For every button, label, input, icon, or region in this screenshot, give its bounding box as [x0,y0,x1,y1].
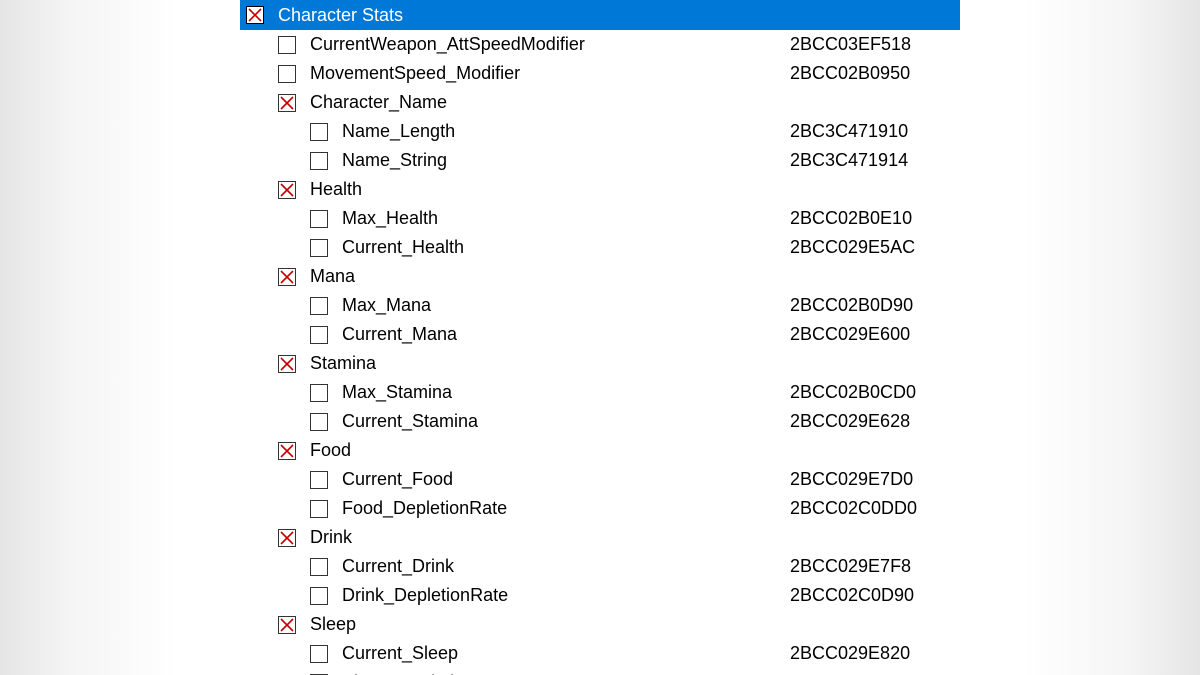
entry-label: CurrentWeapon_AttSpeedModifier [310,30,790,59]
checkbox-icon[interactable] [310,645,328,663]
tree-row[interactable]: Name_String 2BC3C471914 [240,146,960,175]
entry-label: Current_Drink [342,552,790,581]
tree-row[interactable]: Food [240,436,960,465]
checkbox-icon[interactable] [278,355,296,373]
tree-row[interactable]: Drink_DepletionRate 2BCC02C0D90 [240,581,960,610]
tree-row[interactable]: Character_Name [240,88,960,117]
tree-row[interactable]: Max_Health 2BCC02B0E10 [240,204,960,233]
checkbox-icon[interactable] [278,529,296,547]
entry-label: Food_DepletionRate [342,494,790,523]
entry-label: Sleep [310,610,790,639]
tree-row[interactable]: Current_Mana 2BCC029E600 [240,320,960,349]
checkbox-icon[interactable] [310,558,328,576]
checkbox-icon[interactable] [278,268,296,286]
address-value: 2BCC029E820 [790,639,960,668]
entry-label: Drink [310,523,790,552]
entry-label: Sleep_DepletionRate [342,668,790,675]
entry-label: Current_Health [342,233,790,262]
entry-label: Current_Stamina [342,407,790,436]
group-title: Character Stats [278,0,790,30]
checkbox-icon[interactable] [310,384,328,402]
address-value: 2BCC02B0E10 [790,204,960,233]
checkbox-icon[interactable] [278,616,296,634]
address-value: 2BCC02C0DD0 [790,494,960,523]
address-tree-panel: Character Stats CurrentWeapon_AttSpeedMo… [240,0,960,675]
checkbox-icon[interactable] [310,471,328,489]
checkbox-icon[interactable] [310,297,328,315]
address-value: 2BCC03EF518 [790,30,960,59]
tree-row[interactable]: Stamina [240,349,960,378]
address-value: 2BCC02B0D90 [790,291,960,320]
tree-row[interactable]: Sleep [240,610,960,639]
checkbox-icon[interactable] [310,587,328,605]
checkbox-icon[interactable] [310,152,328,170]
tree-row[interactable]: Max_Mana 2BCC02B0D90 [240,291,960,320]
entry-label: Character_Name [310,88,790,117]
entry-label: Current_Sleep [342,639,790,668]
address-value: 2BCC029E628 [790,407,960,436]
tree-row[interactable]: Health [240,175,960,204]
entry-label: Health [310,175,790,204]
address-value: 2BC3C471914 [790,146,960,175]
tree-group-header[interactable]: Character Stats [240,0,960,30]
tree-row[interactable]: Name_Length 2BC3C471910 [240,117,960,146]
checkbox-icon[interactable] [278,94,296,112]
checkbox-icon[interactable] [310,239,328,257]
checkbox-icon[interactable] [278,36,296,54]
entry-label: Drink_DepletionRate [342,581,790,610]
address-value: 2BCC029E7D0 [790,465,960,494]
entry-label: Current_Mana [342,320,790,349]
address-value: 2BCC02C0D90 [790,581,960,610]
entry-label: Max_Mana [342,291,790,320]
address-value: 2BC3C471910 [790,117,960,146]
checkbox-icon[interactable] [278,65,296,83]
address-value: 2BCC029E5AC [790,233,960,262]
tree-row[interactable]: Current_Health 2BCC029E5AC [240,233,960,262]
entry-label: Name_String [342,146,790,175]
entry-label: Current_Food [342,465,790,494]
checkbox-icon[interactable] [310,123,328,141]
tree-row[interactable]: Current_Stamina 2BCC029E628 [240,407,960,436]
address-value: 2BCC029E7F8 [790,552,960,581]
entry-label: Max_Health [342,204,790,233]
entry-label: Food [310,436,790,465]
entry-label: Stamina [310,349,790,378]
tree-row[interactable]: Mana [240,262,960,291]
address-value: 2BCC02B0CD0 [790,378,960,407]
checkbox-icon[interactable] [246,6,264,24]
entry-label: MovementSpeed_Modifier [310,59,790,88]
tree-row[interactable]: MovementSpeed_Modifier 2BCC02B0950 [240,59,960,88]
tree-row[interactable]: Food_DepletionRate 2BCC02C0DD0 [240,494,960,523]
tree-row[interactable]: Max_Stamina 2BCC02B0CD0 [240,378,960,407]
checkbox-icon[interactable] [310,326,328,344]
tree-row[interactable]: Current_Food 2BCC029E7D0 [240,465,960,494]
tree-row[interactable]: Current_Drink 2BCC029E7F8 [240,552,960,581]
address-value: 2BCC029E600 [790,320,960,349]
tree-row[interactable]: Current_Sleep 2BCC029E820 [240,639,960,668]
entry-label: Mana [310,262,790,291]
checkbox-icon[interactable] [278,181,296,199]
checkbox-icon[interactable] [278,442,296,460]
tree-row[interactable]: Sleep_DepletionRate 2BCC02C0D50 [240,668,960,675]
address-value: 2BCC02C0D50 [790,668,960,675]
checkbox-icon[interactable] [310,413,328,431]
checkbox-icon[interactable] [310,210,328,228]
checkbox-icon[interactable] [310,500,328,518]
tree-row[interactable]: Drink [240,523,960,552]
entry-label: Max_Stamina [342,378,790,407]
entry-label: Name_Length [342,117,790,146]
tree-row[interactable]: CurrentWeapon_AttSpeedModifier 2BCC03EF5… [240,30,960,59]
address-value: 2BCC02B0950 [790,59,960,88]
